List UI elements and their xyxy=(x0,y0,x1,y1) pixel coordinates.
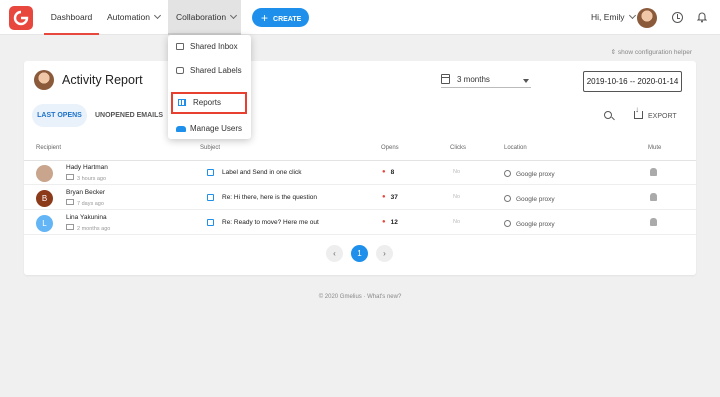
menu-item-label: Shared Inbox xyxy=(190,42,238,51)
bell-icon[interactable] xyxy=(697,11,707,23)
gmelius-logo[interactable] xyxy=(9,6,33,30)
opens-count: 37 xyxy=(382,194,398,201)
mute-bell-icon[interactable] xyxy=(650,193,657,201)
table-row[interactable]: L Lina Yakunina 2 months ago Re: Ready t… xyxy=(24,211,696,235)
col-mute: Mute xyxy=(648,145,662,151)
col-opens: Opens xyxy=(381,145,399,151)
menu-item-label: Reports xyxy=(193,98,222,107)
chevron-down-icon xyxy=(628,11,636,20)
config-helper-link[interactable]: ⇕ show configuration helper xyxy=(611,48,692,56)
opens-count: 8 xyxy=(382,169,395,176)
recipient-name: Bryan Becker xyxy=(66,189,106,196)
nav-automation[interactable]: Automation xyxy=(107,0,162,35)
open-link-icon[interactable] xyxy=(207,169,214,176)
chevron-down-icon xyxy=(230,11,238,20)
clicks-value: No xyxy=(453,219,461,225)
dropdown-arrow-icon xyxy=(523,79,529,83)
range-select[interactable]: 3 months xyxy=(441,72,531,88)
menu-item-shared-inbox[interactable]: Shared Inbox xyxy=(168,36,251,58)
location-value: Google proxy xyxy=(504,169,555,178)
table-row[interactable]: Hady Hartman 3 hours ago Label and Send … xyxy=(24,161,696,185)
activity-report-card: Activity Report 3 months 2019-10-16 -- 2… xyxy=(24,61,696,275)
location-value: Google proxy xyxy=(504,219,555,228)
page-title: Activity Report xyxy=(62,73,143,87)
avatar[interactable] xyxy=(637,8,657,28)
config-helper-label: show configuration helper xyxy=(617,49,692,56)
email-subject[interactable]: Label and Send in one click xyxy=(222,169,302,176)
date-range-field[interactable]: 2019-10-16 -- 2020-01-14 xyxy=(583,71,682,92)
nav-collaboration-label: Collaboration xyxy=(176,12,227,22)
open-link-icon[interactable] xyxy=(207,219,214,226)
plus-icon: + xyxy=(261,11,269,25)
greeting-label: Hi, Emily xyxy=(591,12,625,22)
col-location: Location xyxy=(504,145,527,151)
avatar: B xyxy=(36,190,53,207)
tab-unopened-emails[interactable]: UNOPENED EMAILS xyxy=(95,104,163,127)
chevron-down-icon xyxy=(153,11,162,20)
col-recipient: Recipient xyxy=(36,145,62,151)
email-subject[interactable]: Re: Hi there, here is the question xyxy=(222,194,317,201)
calendar-icon xyxy=(441,74,450,84)
search-icon[interactable] xyxy=(604,111,612,119)
clicks-value: No xyxy=(453,169,461,175)
email-subject[interactable]: Re: Ready to move? Here me out xyxy=(222,219,319,226)
export-button[interactable]: EXPORT xyxy=(634,106,677,120)
table-header: Recipient Subject Opens Clicks Location … xyxy=(24,141,696,161)
clicks-value: No xyxy=(453,194,461,200)
recipient-time: 7 days ago xyxy=(66,199,104,207)
recipient-name: Hady Hartman xyxy=(66,164,108,171)
recipient-time: 2 months ago xyxy=(66,224,110,232)
next-page-button[interactable]: › xyxy=(376,245,393,262)
menu-item-label: Shared Labels xyxy=(190,66,242,75)
users-icon xyxy=(176,126,186,132)
nav-dashboard[interactable]: Dashboard xyxy=(44,0,99,35)
recipient-name: Lina Yakunina xyxy=(66,214,107,221)
menu-item-shared-labels[interactable]: Shared Labels xyxy=(168,60,251,82)
mute-bell-icon[interactable] xyxy=(650,168,657,176)
top-navigation: Dashboard Automation Collaboration + CREA… xyxy=(0,0,720,35)
location-value: Google proxy xyxy=(504,194,555,203)
page-1-button[interactable]: 1 xyxy=(351,245,368,262)
footer: © 2020 Gmelius · What's new? xyxy=(318,294,402,300)
col-clicks: Clicks xyxy=(450,145,466,151)
nav-collaboration[interactable]: Collaboration xyxy=(168,0,241,35)
collaboration-dropdown: Shared Inbox Shared Labels Reports Manag… xyxy=(168,35,251,139)
range-select-value: 3 months xyxy=(457,75,490,84)
inbox-icon xyxy=(176,43,184,50)
history-icon[interactable] xyxy=(672,12,683,23)
mute-bell-icon[interactable] xyxy=(650,218,657,226)
menu-item-reports[interactable]: Reports xyxy=(171,92,247,114)
prev-page-button[interactable]: ‹ xyxy=(326,245,343,262)
export-label: EXPORT xyxy=(648,113,677,120)
recipient-time: 3 hours ago xyxy=(66,174,106,182)
download-icon xyxy=(634,106,643,119)
opens-count: 12 xyxy=(382,219,398,226)
create-label: CREATE xyxy=(273,16,302,23)
nav-automation-label: Automation xyxy=(107,12,150,22)
menu-item-manage-users[interactable]: Manage Users xyxy=(168,118,251,140)
expand-icon: ⇕ xyxy=(610,49,618,56)
avatar: L xyxy=(36,215,53,232)
tab-last-opens[interactable]: LAST OPENS xyxy=(32,104,87,127)
avatar xyxy=(34,70,54,90)
col-subject: Subject xyxy=(200,145,221,151)
avatar xyxy=(36,165,53,182)
label-icon xyxy=(176,67,184,74)
user-menu[interactable]: Hi, Emily xyxy=(591,0,636,34)
create-button[interactable]: + CREATE xyxy=(252,8,309,27)
open-link-icon[interactable] xyxy=(207,194,214,201)
menu-item-label: Manage Users xyxy=(190,124,243,133)
bar-chart-icon xyxy=(178,99,186,106)
table-row[interactable]: B Bryan Becker 7 days ago Re: Hi there, … xyxy=(24,186,696,210)
